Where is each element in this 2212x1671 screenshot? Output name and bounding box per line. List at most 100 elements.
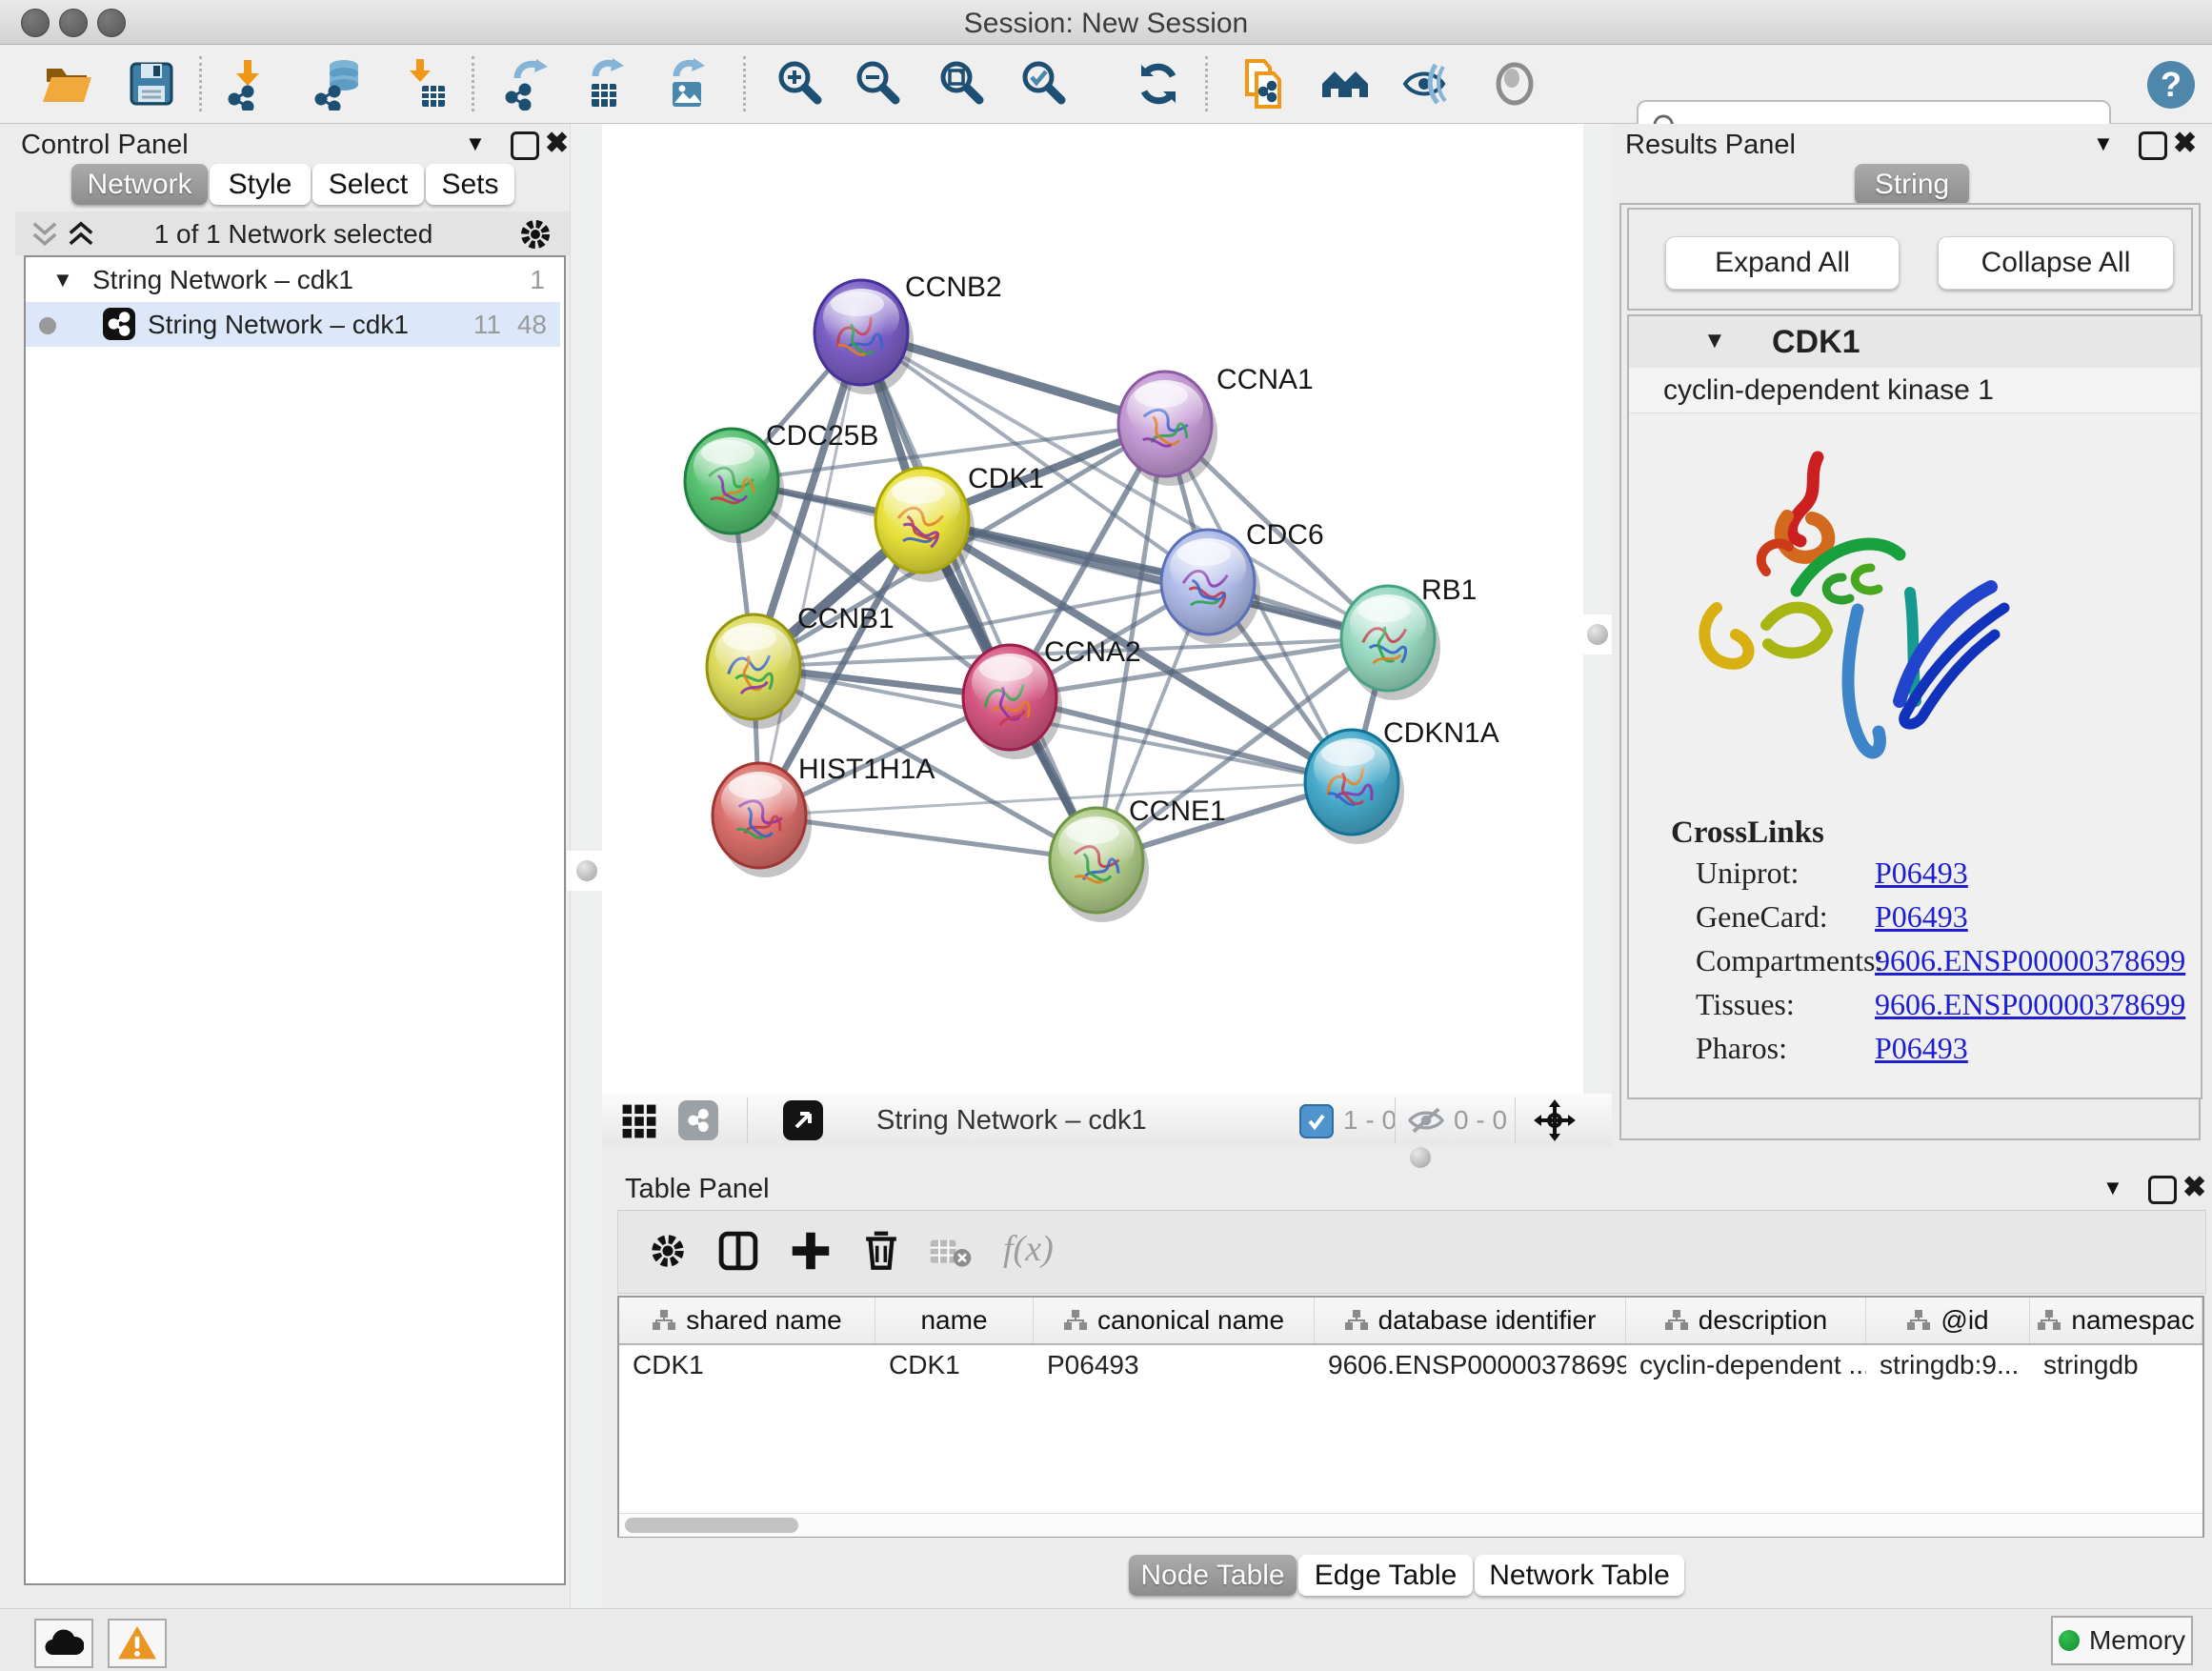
network-node-hist1h1a[interactable]: HIST1H1A [713,754,935,877]
refresh-layout-icon[interactable] [1132,57,1185,111]
export-image-icon[interactable] [661,57,714,111]
help-icon[interactable]: ? [2146,60,2200,113]
grid-view-icon[interactable] [621,1103,657,1139]
network-node-cdkn1a[interactable]: CDKN1A [1305,717,1499,844]
show-columns-icon[interactable] [717,1230,759,1272]
network-node-cdk1[interactable]: CDK1 [875,463,1044,582]
results-panel-float-icon[interactable] [2139,131,2167,160]
network-node-ccnb1[interactable]: CCNB1 [707,603,895,729]
table-panel-float-icon[interactable] [2148,1176,2177,1204]
horizontal-splitter[interactable] [602,1147,2212,1170]
zoom-selected-icon[interactable] [1017,57,1071,111]
control-panel-close-icon[interactable]: ✖ [545,130,569,158]
network-node-cdc6[interactable]: CDC6 [1161,519,1324,644]
network-view-mode-icon[interactable] [678,1100,718,1140]
crosslink-link[interactable]: P06493 [1875,856,1968,891]
hide-unhide-icon[interactable] [1399,57,1453,111]
tab-edge-table[interactable]: Edge Table [1298,1555,1473,1596]
crosslink-link[interactable]: P06493 [1875,899,1968,935]
network-row[interactable]: String Network – cdk1 11 48 [26,302,560,347]
column-header-namespac[interactable]: namespac [2030,1298,2202,1343]
hidden-eye-slash-icon[interactable] [1406,1105,1446,1136]
column-header-canonical-name[interactable]: canonical name [1034,1298,1315,1343]
network-node-ccne1[interactable]: CCNE1 [1050,795,1226,922]
clone-network-icon[interactable] [1237,57,1291,111]
export-table-icon[interactable] [580,57,633,111]
tab-network-table[interactable]: Network Table [1475,1555,1684,1596]
crosslink-link[interactable]: P06493 [1875,1031,1968,1066]
control-panel-menu-icon[interactable]: ▼ [465,131,486,156]
scrollbar-thumb[interactable] [625,1518,798,1533]
table-cell[interactable]: CDK1 [875,1343,1034,1386]
tab-style[interactable]: Style [210,164,311,205]
column-header-shared-name[interactable]: shared name [619,1298,875,1343]
cdk1-result-card: ▼ CDK1 cyclin-dependent kinase 1 CrossLi… [1627,314,2202,1099]
tab-string[interactable]: String [1855,164,1969,205]
results-panel-close-icon[interactable]: ✖ [2173,130,2197,158]
column-header-label: description [1699,1305,1827,1336]
delete-column-icon[interactable] [860,1228,902,1272]
network-node-ccna1[interactable]: CCNA1 [1118,364,1314,486]
import-table-icon[interactable] [397,57,451,111]
crosslink-label: Tissues: [1696,987,1795,1022]
table-cell[interactable]: stringdb:9... [1866,1343,2030,1386]
expand-all-button[interactable]: Expand All [1665,236,1900,290]
warnings-button[interactable] [108,1619,167,1668]
save-session-icon[interactable] [125,57,178,111]
cloud-button[interactable] [34,1619,93,1668]
add-column-icon[interactable] [790,1230,832,1272]
collapse-all-button[interactable]: Collapse All [1938,236,2174,290]
column-header-description[interactable]: description [1626,1298,1866,1343]
table-cell[interactable]: CDK1 [619,1343,875,1386]
pan-mode-icon[interactable] [1534,1099,1576,1141]
network-edge[interactable] [759,332,861,815]
network-node-rb1[interactable]: RB1 [1341,574,1477,700]
node-label: CCNB1 [797,603,895,634]
left-splitter[interactable] [570,124,604,1608]
memory-status-dot [2059,1630,2080,1651]
network-collection-row[interactable]: ▼ String Network – cdk1 1 [26,257,560,302]
crosslink-label: Pharos: [1696,1031,1787,1066]
cdk1-card-header[interactable]: ▼ CDK1 [1629,316,2201,369]
table-cell[interactable]: 9606.ENSP00000378699 [1315,1343,1626,1386]
table-panel-close-icon[interactable]: ✖ [2182,1174,2206,1202]
detach-view-icon[interactable] [783,1100,823,1140]
zoom-fit-icon[interactable] [935,57,989,111]
tab-sets[interactable]: Sets [426,164,514,205]
memory-button[interactable]: Memory [2051,1616,2193,1665]
crosslink-link[interactable]: 9606.ENSP00000378699 [1875,987,2185,1022]
collection-expander-icon[interactable]: ▼ [52,257,73,302]
tab-network[interactable]: Network [71,164,208,205]
tab-select[interactable]: Select [312,164,424,205]
network-node-ccnb2[interactable]: CCNB2 [814,272,1002,394]
crosslink-link[interactable]: 9606.ENSP00000378699 [1875,943,2185,978]
column-header-name[interactable]: name [875,1298,1034,1343]
right-splitter[interactable] [1583,124,1614,1148]
table-cell[interactable]: P06493 [1034,1343,1315,1386]
open-session-icon[interactable] [40,57,93,111]
network-node-cdc25b[interactable]: CDC25B [685,420,878,543]
cdk1-expander-icon[interactable]: ▼ [1703,328,1726,354]
import-database-icon[interactable] [312,57,365,111]
column-header-database-identifier[interactable]: database identifier [1315,1298,1626,1343]
home-networks-icon[interactable] [1318,57,1372,111]
inactive-eye-icon [1488,57,1541,111]
gear-icon[interactable] [518,217,553,252]
crosslink-row: Compartments:9606.ENSP00000378699 [1629,943,2201,987]
control-panel-float-icon[interactable] [511,131,539,160]
zoom-out-icon[interactable] [852,57,905,111]
table-gear-icon[interactable] [649,1232,687,1270]
zoom-in-icon[interactable] [774,57,827,111]
import-network-icon[interactable] [223,57,276,111]
table-panel-menu-icon[interactable]: ▼ [2102,1176,2123,1200]
table-cell[interactable]: cyclin-dependent ... [1626,1343,1866,1386]
table-cell[interactable]: stringdb [2030,1343,2202,1386]
results-panel-menu-icon[interactable]: ▼ [2093,131,2114,156]
selected-checkbox-icon[interactable] [1299,1104,1334,1138]
network-canvas[interactable]: CCNB2 CCNA1 CDC25BCDK1 CDC6RB1 CCNB1 CCNA2 CDK… [602,124,1583,1094]
node-label: CCNA2 [1044,636,1141,668]
export-network-icon[interactable] [500,57,553,111]
tab-node-table[interactable]: Node Table [1129,1555,1297,1596]
column-header--id[interactable]: @id [1866,1298,2030,1343]
table-hscrollbar[interactable] [619,1513,2202,1537]
